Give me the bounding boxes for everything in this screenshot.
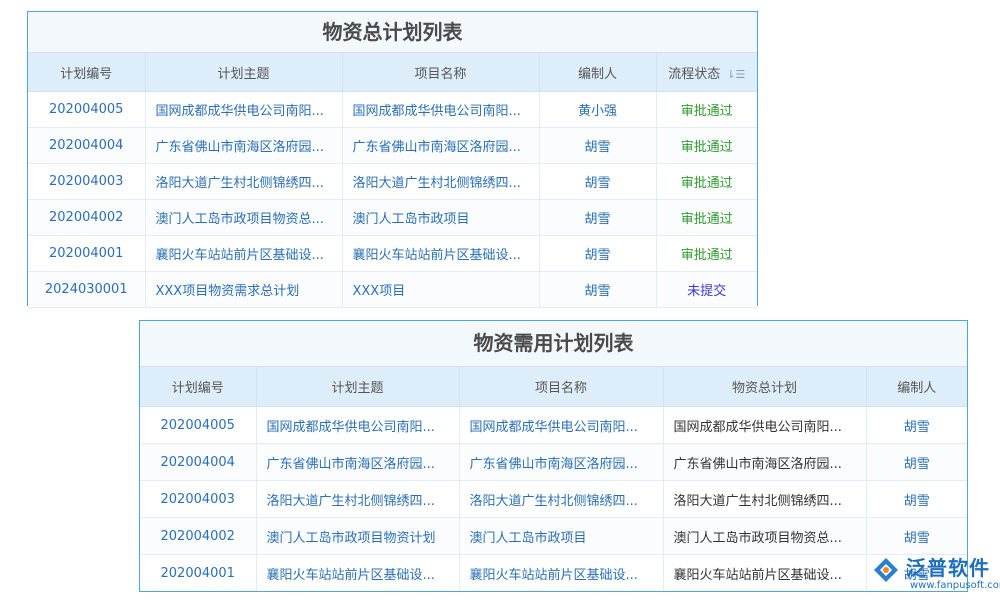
logo-mark-icon [870,554,902,584]
sort-icon[interactable]: ⇂☰ [726,68,745,81]
table-row[interactable]: 202004003洛阳大道广生村北侧锦绣四...洛阳大道广生村北侧锦绣四...胡… [28,164,757,200]
project-name-cell[interactable]: 国网成都成华供电公司南阳... [459,407,663,444]
author-cell[interactable]: 胡雪 [539,128,656,164]
panel-title: 物资总计划列表 [28,12,757,53]
plan-code-cell[interactable]: 202004002 [140,518,256,555]
table-header-row: 计划编号 计划主题 项目名称 物资总计划 编制人 [140,367,967,407]
flow-status-cell: 未提交 [656,272,757,308]
plan-theme-cell[interactable]: 广东省佛山市南海区洛府园... [145,128,342,164]
flow-status-cell: 审批通过 [656,200,757,236]
header-flow-status-label: 流程状态 [668,67,720,82]
plan-theme-cell[interactable]: 国网成都成华供电公司南阳... [256,407,459,444]
author-cell[interactable]: 胡雪 [866,518,967,555]
table-row[interactable]: 202004003洛阳大道广生村北侧锦绣四...洛阳大道广生村北侧锦绣四...洛… [140,481,967,518]
plan-code-cell[interactable]: 202004001 [28,236,145,272]
header-plan-code[interactable]: 计划编号 [28,53,145,92]
header-project-name[interactable]: 项目名称 [459,367,663,407]
plan-code-cell[interactable]: 202004003 [28,164,145,200]
table-row[interactable]: 202004002澳门人工岛市政项目物资计划澳门人工岛市政项目澳门人工岛市政项目… [140,518,967,555]
author-cell[interactable]: 黄小强 [539,92,656,128]
table-row[interactable]: 202004001襄阳火车站站前片区基础设...襄阳火车站站前片区基础设...胡… [28,236,757,272]
plan-code-cell[interactable]: 202004004 [28,128,145,164]
master-plan-cell[interactable]: 澳门人工岛市政项目物资总... [663,518,866,555]
header-author[interactable]: 编制人 [866,367,967,407]
header-plan-theme[interactable]: 计划主题 [145,53,342,92]
logo-url: www.fanpusoft.com [910,580,1000,591]
plan-code-cell[interactable]: 202004005 [140,407,256,444]
project-name-cell[interactable]: 国网成都成华供电公司南阳... [342,92,539,128]
plan-theme-cell[interactable]: 广东省佛山市南海区洛府园... [256,444,459,481]
plan-code-cell[interactable]: 202004001 [140,555,256,592]
table-header-row: 计划编号 计划主题 项目名称 编制人 流程状态 ⇂☰ [28,53,757,92]
plan-theme-cell[interactable]: 洛阳大道广生村北侧锦绣四... [256,481,459,518]
plan-code-cell[interactable]: 202004002 [28,200,145,236]
plan-code-cell[interactable]: 202004003 [140,481,256,518]
table-row[interactable]: 2024030001XXX项目物资需求总计划XXX项目胡雪未提交 [28,272,757,308]
master-plan-table: 计划编号 计划主题 项目名称 编制人 流程状态⇂☰ 202004005国网成都成… [28,53,757,308]
project-name-cell[interactable]: 广东省佛山市南海区洛府园... [342,128,539,164]
table-row[interactable]: 202004005国网成都成华供电公司南阳...国网成都成华供电公司南阳...黄… [28,92,757,128]
master-plan-cell[interactable]: 襄阳火车站站前片区基础设... [663,555,866,592]
project-name-cell[interactable]: 广东省佛山市南海区洛府园... [459,444,663,481]
material-master-plan-panel: 物资总计划列表 计划编号 计划主题 项目名称 编制人 流程状态 ⇂☰ 202004… [27,11,758,306]
flow-status-cell: 审批通过 [656,236,757,272]
author-cell[interactable]: 胡雪 [539,164,656,200]
master-plan-cell[interactable]: 广东省佛山市南海区洛府园... [663,444,866,481]
table-row[interactable]: 202004005国网成都成华供电公司南阳...国网成都成华供电公司南阳...国… [140,407,967,444]
header-project-name[interactable]: 项目名称 [342,53,539,92]
plan-theme-cell[interactable]: 澳门人工岛市政项目物资总... [145,200,342,236]
header-plan-theme[interactable]: 计划主题 [256,367,459,407]
plan-code-cell[interactable]: 202004005 [28,92,145,128]
plan-theme-cell[interactable]: 洛阳大道广生村北侧锦绣四... [145,164,342,200]
project-name-cell[interactable]: 澳门人工岛市政项目 [342,200,539,236]
author-cell[interactable]: 胡雪 [866,481,967,518]
project-name-cell[interactable]: 襄阳火车站站前片区基础设... [459,555,663,592]
flow-status-cell: 审批通过 [656,92,757,128]
plan-theme-cell[interactable]: 襄阳火车站站前片区基础设... [145,236,342,272]
master-plan-cell[interactable]: 洛阳大道广生村北侧锦绣四... [663,481,866,518]
plan-theme-cell[interactable]: XXX项目物资需求总计划 [145,272,342,308]
flow-status-cell: 审批通过 [656,128,757,164]
author-cell[interactable]: 胡雪 [866,407,967,444]
header-plan-code[interactable]: 计划编号 [140,367,256,407]
project-name-cell[interactable]: XXX项目 [342,272,539,308]
fanpu-logo: 泛普软件 www.fanpusoft.com [866,552,996,598]
author-cell[interactable]: 胡雪 [539,200,656,236]
table-row[interactable]: 202004002澳门人工岛市政项目物资总...澳门人工岛市政项目胡雪审批通过 [28,200,757,236]
project-name-cell[interactable]: 襄阳火车站站前片区基础设... [342,236,539,272]
master-plan-cell[interactable]: 国网成都成华供电公司南阳... [663,407,866,444]
panel-title: 物资需用计划列表 [140,321,967,367]
author-cell[interactable]: 胡雪 [539,236,656,272]
material-demand-plan-panel: 物资需用计划列表 计划编号 计划主题 项目名称 物资总计划 编制人 202004… [139,320,968,592]
plan-theme-cell[interactable]: 澳门人工岛市政项目物资计划 [256,518,459,555]
project-name-cell[interactable]: 洛阳大道广生村北侧锦绣四... [459,481,663,518]
author-cell[interactable]: 胡雪 [866,444,967,481]
plan-theme-cell[interactable]: 国网成都成华供电公司南阳... [145,92,342,128]
table-row[interactable]: 202004001襄阳火车站站前片区基础设...襄阳火车站站前片区基础设...襄… [140,555,967,592]
flow-status-cell: 审批通过 [656,164,757,200]
logo-name: 泛普软件 [906,552,990,581]
header-master-plan[interactable]: 物资总计划 [663,367,866,407]
plan-code-cell[interactable]: 202004004 [140,444,256,481]
table-row[interactable]: 202004004广东省佛山市南海区洛府园...广东省佛山市南海区洛府园...胡… [28,128,757,164]
project-name-cell[interactable]: 澳门人工岛市政项目 [459,518,663,555]
plan-theme-cell[interactable]: 襄阳火车站站前片区基础设... [256,555,459,592]
demand-plan-table: 计划编号 计划主题 项目名称 物资总计划 编制人 202004005国网成都成华… [140,367,967,592]
project-name-cell[interactable]: 洛阳大道广生村北侧锦绣四... [342,164,539,200]
header-flow-status[interactable]: 流程状态 ⇂☰ [656,53,757,92]
plan-code-cell[interactable]: 2024030001 [28,272,145,308]
header-author[interactable]: 编制人 [539,53,656,92]
table-row[interactable]: 202004004广东省佛山市南海区洛府园...广东省佛山市南海区洛府园...广… [140,444,967,481]
author-cell[interactable]: 胡雪 [539,272,656,308]
